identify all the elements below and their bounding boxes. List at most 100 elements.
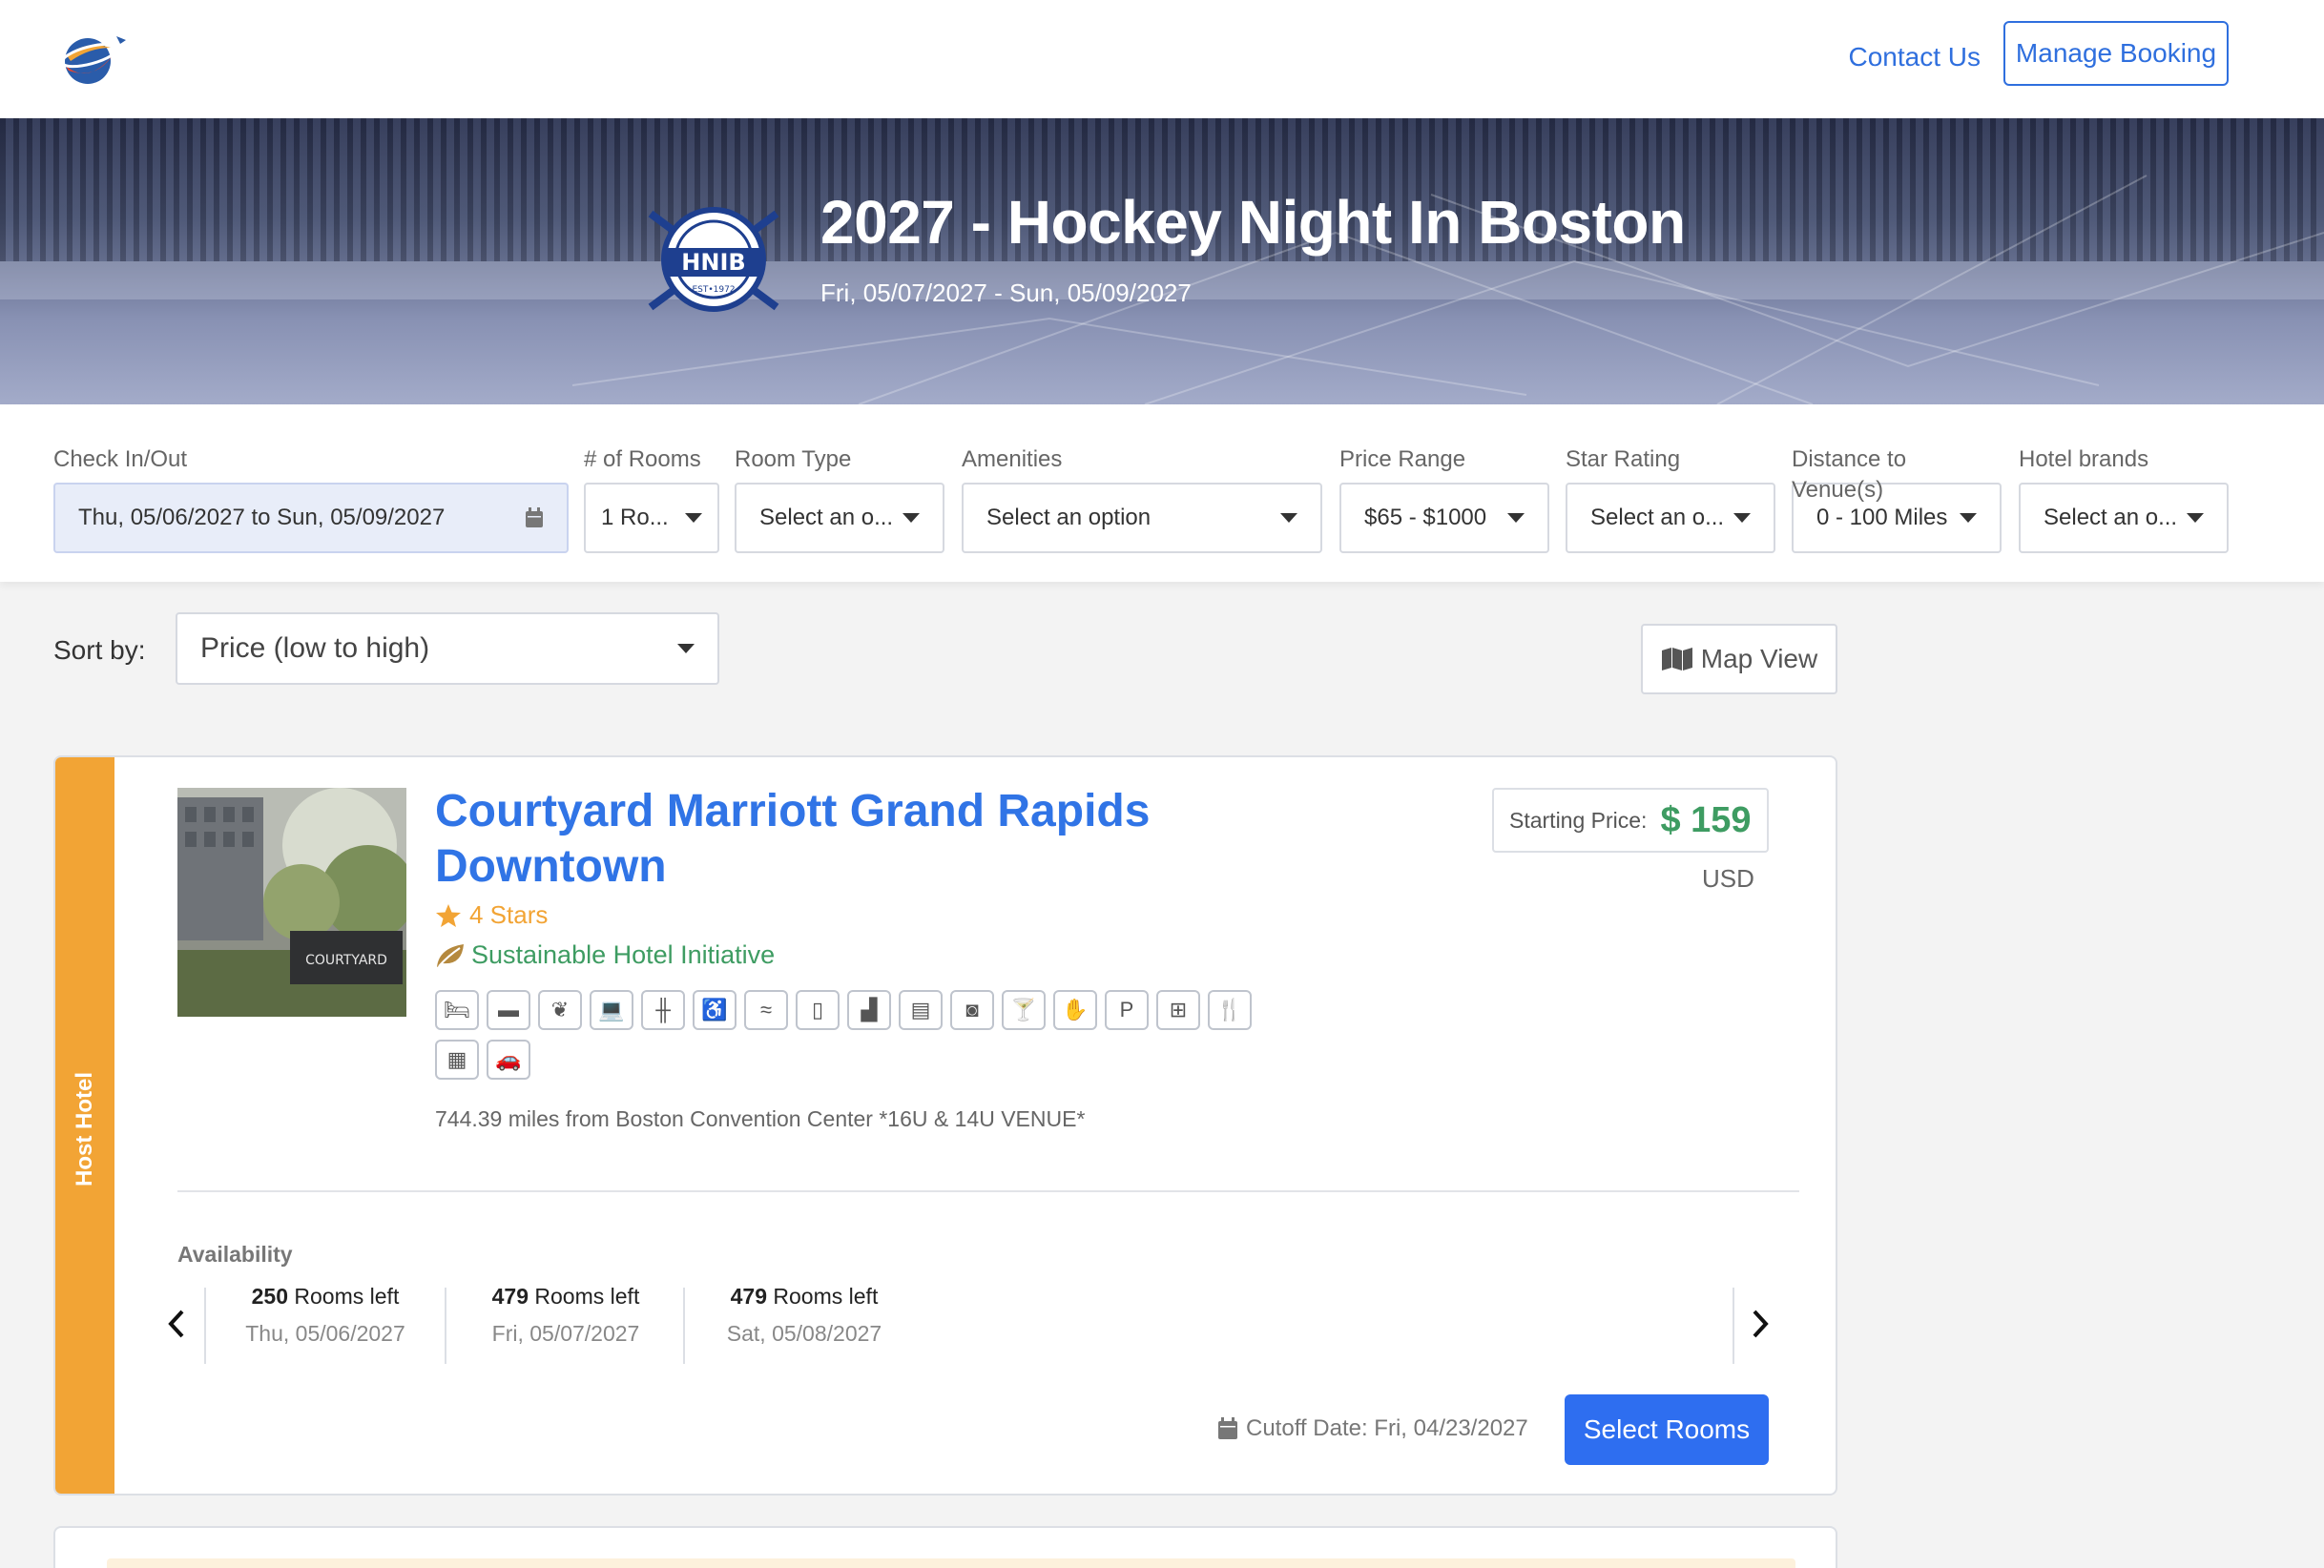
brands-select[interactable]: Select an o... [2019,483,2229,553]
star-rating: 4 Stars [435,900,548,930]
rooms-left-suffix: Rooms left [767,1284,879,1309]
room-type-value: Select an o... [759,505,894,530]
star-rating-select[interactable]: Select an o... [1566,483,1775,553]
amenities-value: Select an option [986,505,1152,530]
hotel-card-notice [107,1558,1795,1568]
availability-prev-arrow[interactable] [162,1305,191,1343]
filter-checkinout: Check In/Out Thu, 05/06/2027 to Sun, 05/… [53,444,569,553]
room-type-select[interactable]: Select an o... [735,483,944,553]
pool-icon: ≈ [744,990,788,1030]
host-hotel-badge: Host Hotel [55,757,114,1494]
chevron-down-icon [685,513,702,523]
chevron-left-icon [168,1310,184,1338]
card-divider [177,1190,1799,1192]
rooms-value: 1 Ro... [601,505,669,530]
event-logo: HNIB EST•1972 [637,195,790,328]
calendar-icon [1218,1417,1237,1439]
filter-star-rating-label: Star Rating [1566,446,1681,472]
site-logo[interactable] [57,27,134,90]
chevron-down-icon [1507,513,1525,523]
star-rating-value: Select an o... [1590,505,1725,530]
star-icon [436,903,461,927]
wheelchair-icon: ♿ [693,990,737,1030]
brands-value: Select an o... [2044,505,2178,530]
rooms-left-suffix: Rooms left [529,1284,640,1309]
filter-brands: Hotel brands Select an o... [2019,444,2229,553]
starting-price-value: $ 159 [1660,799,1752,840]
star-rating-text: 4 Stars [469,900,549,929]
filter-distance-label: Distance to Venue(s) [1792,446,1907,503]
chevron-down-icon [677,644,695,653]
laptop-icon: 💻 [590,990,633,1030]
sort-select[interactable]: Price (low to high) [176,612,719,685]
rooms-left-count: 479 [491,1284,529,1309]
chevron-down-icon [1733,513,1752,523]
hotel-card: Host Hotel COURTYARD Courtyard Marriott … [53,755,1837,1496]
availability-day: 250 Rooms left Thu, 05/06/2027 [206,1284,445,1360]
microwave-icon: ▤ [899,990,943,1030]
event-logo-text: HNIB [681,249,745,276]
fridge-icon: ▯ [796,990,840,1030]
hotel-image[interactable]: COURTYARD [177,788,406,1017]
event-banner: HNIB EST•1972 2027 - Hockey Night In Bos… [0,118,2324,404]
filter-amenities: Amenities Select an option [962,444,1322,553]
availability-date: Thu, 05/06/2027 [245,1321,405,1346]
rooms-left-suffix: Rooms left [288,1284,400,1309]
filter-brands-label: Hotel brands [2019,446,2149,472]
price-range-select[interactable]: $65 - $1000 [1339,483,1549,553]
availability-label: Availability [177,1242,293,1267]
filter-rooms: # of Rooms 1 Ro... [584,444,719,553]
chevron-down-icon [903,513,921,523]
rooms-left-count: 479 [730,1284,768,1309]
sustainability-badge: Sustainable Hotel Initiative [435,940,775,970]
cutoff-date-text: Cutoff Date: Fri, 04/23/2027 [1246,1415,1528,1441]
availability-separator [1733,1288,1734,1364]
parking-icon: P [1105,990,1149,1030]
availability-date: Sat, 05/08/2027 [726,1321,882,1346]
search-filters: Check In/Out Thu, 05/06/2027 to Sun, 05/… [0,404,2324,582]
manage-booking-button[interactable]: Manage Booking [2003,21,2229,86]
bar-icon: 🍸 [1002,990,1046,1030]
map-icon [1661,648,1692,671]
rooms-select[interactable]: 1 Ro... [584,483,719,553]
sustainability-text: Sustainable Hotel Initiative [471,940,776,969]
chevron-down-icon [1960,513,1977,523]
starting-price: Starting Price: $ 159 [1492,788,1769,853]
bed-icon: 🛏 [435,990,479,1030]
host-hotel-label: Host Hotel [72,1072,97,1186]
availability-date: Fri, 05/07/2027 [491,1321,640,1346]
calendar-icon [526,507,543,527]
filter-distance: Distance to Venue(s) 0 - 100 Miles [1792,444,2002,553]
courtyard-sign-text: COURTYARD [305,953,387,968]
filter-amenities-label: Amenities [962,446,1063,472]
filter-price-range-label: Price Range [1339,446,1466,472]
filter-room-type-label: Room Type [735,446,852,472]
leaf-icon: ❦ [538,990,582,1030]
event-logo-est: EST•1972 [692,285,735,295]
select-rooms-button[interactable]: Select Rooms [1565,1394,1769,1465]
chevron-down-icon [2187,513,2205,523]
availability-day: 479 Rooms left Fri, 05/07/2027 [446,1284,685,1360]
chevron-right-icon [1753,1310,1769,1338]
cutoff-date: Cutoff Date: Fri, 04/23/2027 [1217,1415,1528,1442]
sort-label: Sort by: [53,635,146,665]
price-currency: USD [1702,864,1754,893]
filter-rooms-label: # of Rooms [584,446,701,472]
hairdryer-icon: ▟ [847,990,891,1030]
starting-price-label: Starting Price: [1509,807,1648,833]
map-view-button[interactable]: Map View [1641,624,1837,694]
contact-us-link[interactable]: Contact Us [1849,38,1982,76]
hotel-name-link[interactable]: Courtyard Marriott Grand Rapids Downtown [435,784,1160,895]
filter-star-rating: Star Rating Select an o... [1566,444,1775,553]
hotel-distance: 744.39 miles from Boston Convention Cent… [435,1106,1086,1131]
availability-next-arrow[interactable] [1746,1305,1774,1343]
checkinout-value: Thu, 05/06/2027 to Sun, 05/09/2027 [78,505,446,530]
checkinout-date-picker[interactable]: Thu, 05/06/2027 to Sun, 05/09/2027 [53,483,569,553]
map-view-label: Map View [1700,644,1818,673]
event-title: 2027 - Hockey Night In Boston [820,188,1686,257]
event-dates: Fri, 05/07/2027 - Sun, 05/09/2027 [820,279,1192,307]
amenities-select[interactable]: Select an option [962,483,1322,553]
wallet-icon: ▬ [487,990,530,1030]
sort-value: Price (low to high) [200,632,430,664]
filter-checkinout-label: Check In/Out [53,446,188,472]
